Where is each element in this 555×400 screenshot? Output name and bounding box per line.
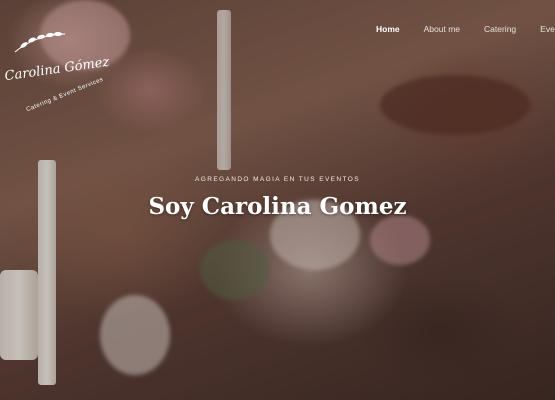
hero-tagline: AGREGANDO MAGIA EN TUS EVENTOS xyxy=(195,176,360,183)
main-nav: Home About me Catering Eventos xyxy=(376,24,555,34)
nav-item-eventos[interactable]: Eventos xyxy=(540,24,555,34)
hero-title: Soy Carolina Gomez xyxy=(148,193,407,220)
laurel-icon xyxy=(14,32,66,53)
site-logo[interactable]: Carolina Gómez Catering & Event Services xyxy=(2,30,112,125)
nav-item-catering[interactable]: Catering xyxy=(484,24,516,34)
nav-item-home[interactable]: Home xyxy=(376,24,400,34)
nav-item-about-me[interactable]: About me xyxy=(424,24,460,34)
logo-subtitle: Catering & Event Services xyxy=(25,76,105,114)
